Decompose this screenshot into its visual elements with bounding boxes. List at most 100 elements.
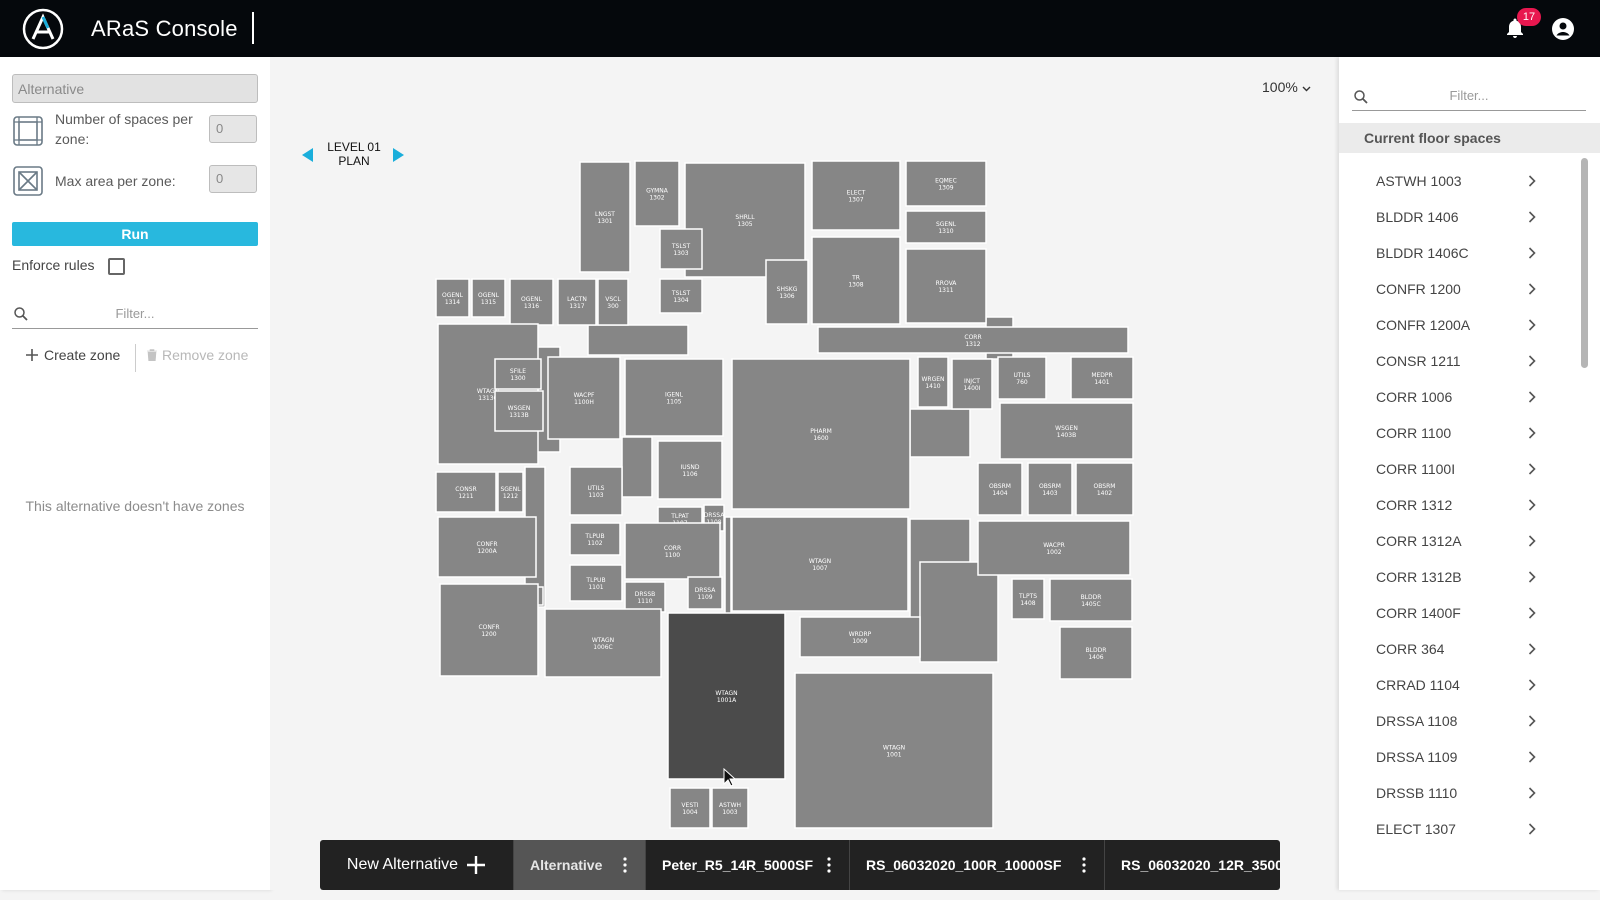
floorplan-room[interactable]: SGENL1310	[905, 210, 987, 244]
floorplan-room[interactable]: BLDDR1405C	[1049, 578, 1133, 622]
floorplan-room[interactable]: WACPR1002	[977, 520, 1131, 576]
floorplan-room[interactable]: SHSKG1306	[765, 259, 809, 325]
floorplan-room[interactable]: OBSRM1404	[977, 462, 1023, 516]
floorplan-room[interactable]: WACPF1100H	[547, 356, 621, 440]
floorplan-room[interactable]: MEDPR1401	[1070, 356, 1134, 400]
space-list-item[interactable]: CORR 364	[1339, 631, 1579, 667]
space-list-item[interactable]: CORR 1100I	[1339, 451, 1579, 487]
alternative-tab[interactable]: RS_06032020_100R_10000SF	[849, 840, 1104, 890]
room-number-label: 1212	[503, 493, 518, 500]
floorplan-room[interactable]: SFILE1300	[494, 358, 542, 390]
floorplan-room[interactable]: RROVA1311	[905, 248, 987, 324]
floorplan-room[interactable]: TLPUB1101	[569, 564, 623, 602]
floorplan-room[interactable]: OBSRM1403	[1027, 462, 1073, 516]
space-list-item[interactable]: DRSSA 1109	[1339, 739, 1579, 775]
space-list: ASTWH 1003 BLDDR 1406 BLDDR 1406C CONFR 120…	[1339, 163, 1579, 888]
space-list-item[interactable]: DRSSB 1110	[1339, 775, 1579, 811]
space-filter[interactable]: Filter...	[1352, 83, 1586, 111]
floorplan-room[interactable]: OGENL1314	[435, 278, 470, 318]
account-circle-icon[interactable]	[1551, 17, 1575, 41]
floorplan-room[interactable]: OGENL1315	[471, 278, 506, 318]
floorplan-room[interactable]: CONFR1200	[439, 583, 539, 677]
floorplan-room[interactable]: LNGST1301	[579, 161, 631, 273]
floorplan-room[interactable]: VESTI1004	[669, 787, 711, 829]
room-code-label: VESTI	[681, 802, 698, 809]
floorplan-room[interactable]: WRGEN1410	[917, 356, 949, 408]
floorplan-wall-block	[587, 324, 689, 356]
floorplan-room[interactable]: ELECT1307	[811, 160, 901, 231]
space-list-item[interactable]: CORR 1400F	[1339, 595, 1579, 631]
floorplan-room[interactable]: WSGEN1403B	[999, 402, 1134, 460]
alternative-tab[interactable]: RS_06032020_12R_3500	[1104, 840, 1280, 890]
alternative-name-field[interactable]: Alternative	[12, 74, 258, 103]
space-list-item[interactable]: CORR 1006	[1339, 379, 1579, 415]
room-code-label: CORR	[664, 545, 681, 552]
space-list-item[interactable]: CORR 1100	[1339, 415, 1579, 451]
floorplan-room[interactable]: WTAGN1006C	[544, 608, 662, 678]
space-list-item[interactable]: ELECT 1307	[1339, 811, 1579, 847]
run-button[interactable]: Run	[12, 222, 258, 246]
space-list-item[interactable]: CONSR 1211	[1339, 343, 1579, 379]
floorplan-room[interactable]: PHARM1600	[731, 358, 911, 510]
floorplan-room[interactable]: TR1308	[811, 236, 901, 325]
room-code-label: SHSKG	[777, 286, 798, 293]
space-list-item[interactable]: CORR 1312A	[1339, 523, 1579, 559]
floorplan-room[interactable]: SGENL1212	[497, 471, 524, 513]
floorplan-room[interactable]: CORR1100	[624, 522, 721, 580]
max-area-input[interactable]: 0	[209, 165, 257, 193]
create-zone-label: Create zone	[44, 347, 121, 363]
new-alternative-button[interactable]: New Alternative	[320, 840, 513, 890]
space-list-item[interactable]: CORR 1312B	[1339, 559, 1579, 595]
space-list-item[interactable]: CRRAD 1104	[1339, 667, 1579, 703]
space-list-item[interactable]: CONFR 1200	[1339, 271, 1579, 307]
space-list-item[interactable]: ASTWH 1003	[1339, 163, 1579, 199]
floorplan-room[interactable]: UTILS1103	[569, 466, 623, 516]
remove-zone-button[interactable]: Remove zone	[147, 347, 248, 363]
floorplan-room[interactable]: INJCT1400I	[951, 358, 993, 410]
floorplan-room[interactable]: CONSR1211	[435, 471, 497, 513]
space-list-item[interactable]: DRSSA 1108	[1339, 703, 1579, 739]
floorplan-room[interactable]: TSLST1303	[659, 228, 703, 270]
floorplan-room[interactable]: CONFR1200A	[437, 516, 537, 578]
space-list-item[interactable]: BLDDR 1406	[1339, 199, 1579, 235]
floorplan-room[interactable]: IGENL1105	[624, 358, 724, 437]
floorplan-room[interactable]: LACTN1317	[557, 278, 597, 326]
floorplan-room[interactable]: ASTWH1003	[711, 787, 749, 829]
create-zone-button[interactable]: Create zone	[26, 347, 120, 363]
floorplan-room[interactable]: GYMNA1302	[634, 160, 680, 227]
floorplan-room[interactable]: IUSND1106	[657, 440, 723, 500]
floorplan-room[interactable]: CORR1312	[817, 326, 1129, 354]
floorplan-room[interactable]: WRDRP1009	[799, 616, 921, 658]
floorplan-room[interactable]: UTILS760	[997, 356, 1047, 400]
floorplan-room[interactable]: DRSSB1110	[624, 581, 666, 613]
floorplan-room[interactable]: TLPTS1408	[1011, 578, 1045, 620]
floorplan-room[interactable]: WSGEN1313B	[494, 390, 544, 432]
room-code-label: WRDRP	[849, 631, 872, 638]
floorplan-room[interactable]: WTAGN1001	[794, 672, 994, 829]
alternative-tab[interactable]: Peter_R5_14R_5000SF	[645, 840, 849, 890]
space-list-scrollbar[interactable]	[1581, 158, 1588, 368]
aras-logo-icon[interactable]	[22, 8, 64, 50]
more-vert-icon[interactable]	[827, 857, 831, 873]
floorplan-room[interactable]: VSCL300	[597, 278, 629, 326]
floorplan-room[interactable]: WTAGN1001A	[667, 612, 786, 780]
more-vert-icon[interactable]	[1082, 857, 1086, 873]
floorplan-room[interactable]: BLDDR1406	[1059, 626, 1133, 680]
enforce-rules-checkbox[interactable]	[108, 258, 125, 275]
floorplan-room[interactable]: WTAGN1007	[731, 516, 909, 612]
space-list-item[interactable]: BLDDR 1406C	[1339, 235, 1579, 271]
more-vert-icon[interactable]	[623, 857, 627, 873]
zone-filter[interactable]: Filter...	[12, 301, 258, 329]
floorplan-room[interactable]: TLPUB1102	[569, 522, 621, 556]
floorplan-room[interactable]: OBSRM1402	[1075, 462, 1134, 516]
space-list-item[interactable]: CONFR 1200A	[1339, 307, 1579, 343]
floorplan-canvas[interactable]: 100% LEVEL 01 PLAN LNGST 1301 GYMNA 1302 SHR…	[270, 57, 1339, 890]
spaces-per-zone-input[interactable]: 0	[209, 115, 257, 143]
floorplan-room[interactable]: TSLST1304	[659, 278, 703, 314]
space-list-item[interactable]: CORR 1312	[1339, 487, 1579, 523]
alternative-tab[interactable]: Alternative	[513, 840, 645, 890]
floorplan-room[interactable]: DRSSA1109	[687, 576, 723, 610]
floorplan-room[interactable]: OGENL1316	[509, 278, 554, 326]
floorplan-room[interactable]: EQMEC1309	[905, 160, 987, 207]
room-number-label: 1308	[848, 282, 863, 289]
